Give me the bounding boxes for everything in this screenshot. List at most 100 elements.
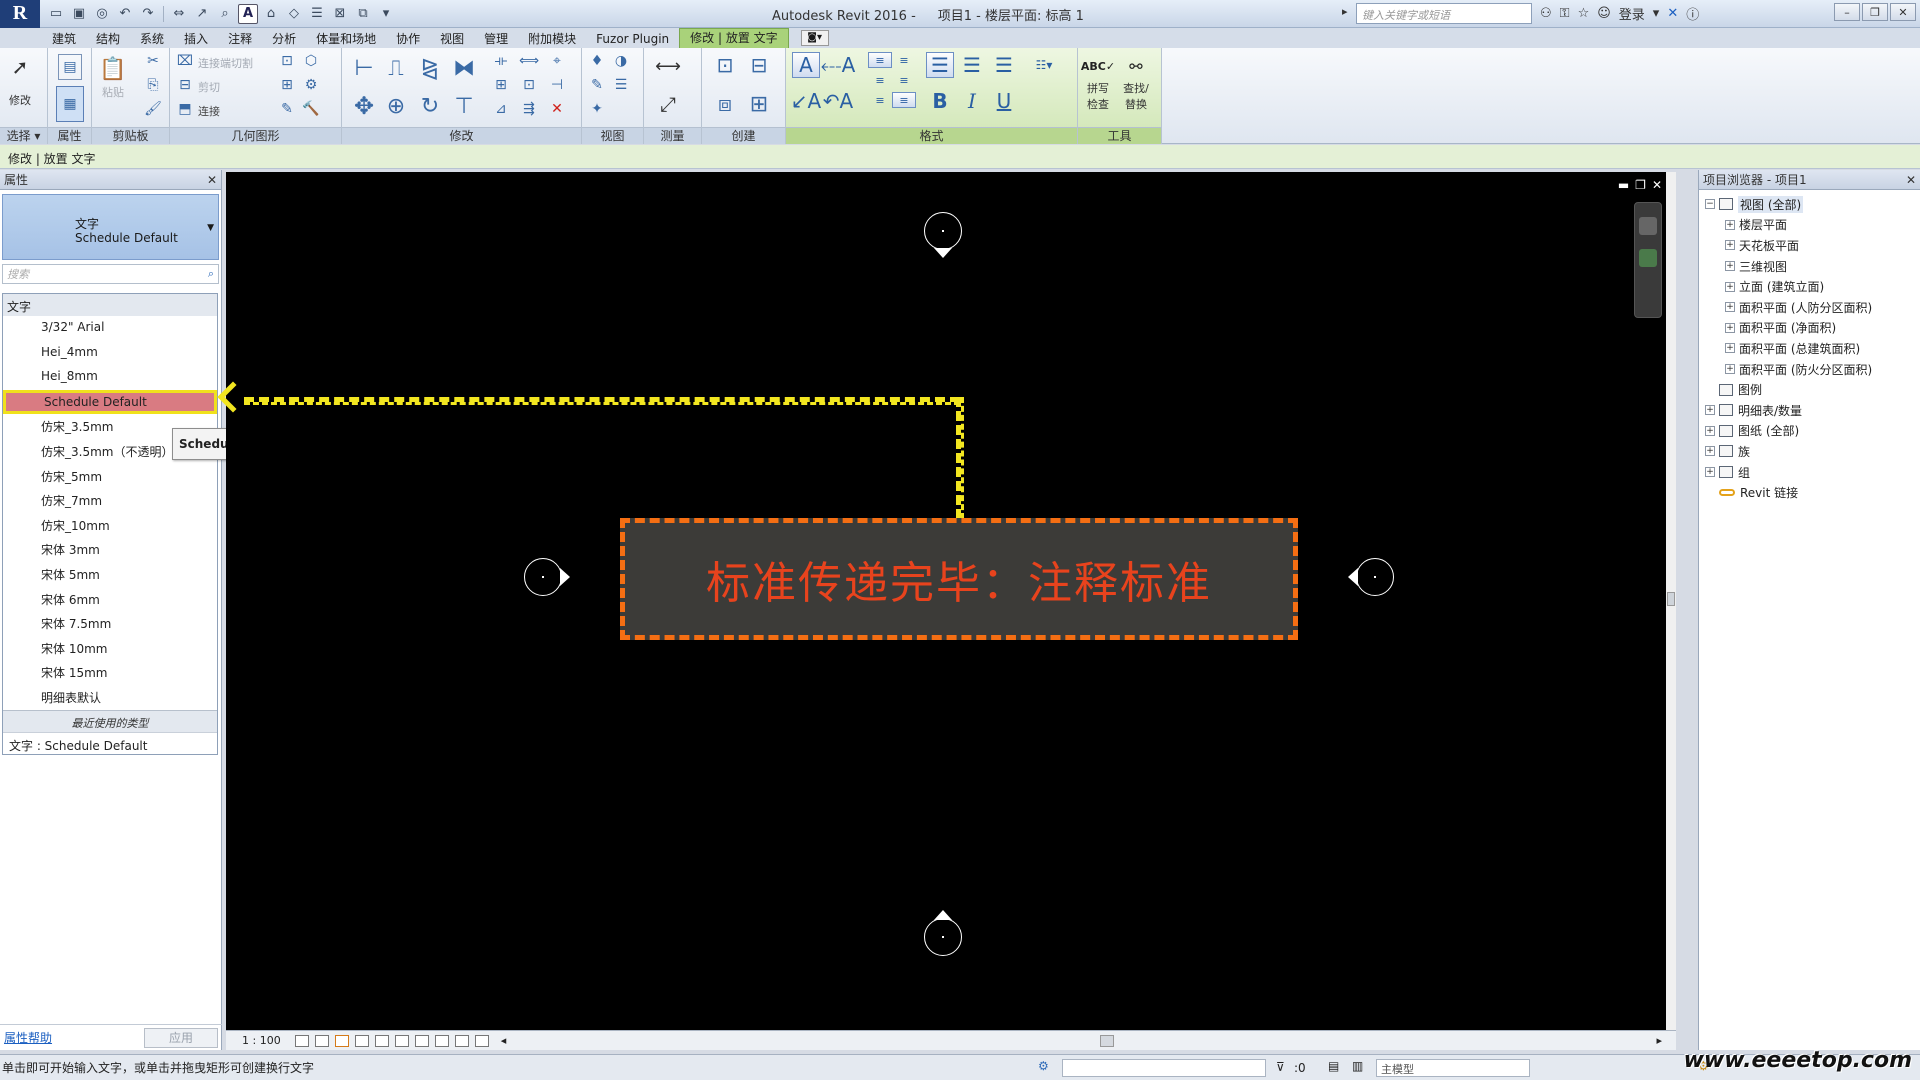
bold-icon[interactable]: B <box>926 88 954 114</box>
delete-icon[interactable]: ✕ <box>548 100 566 118</box>
paste-button[interactable]: 📋 粘贴 <box>99 54 126 100</box>
offset-icon[interactable]: ⎍ <box>382 54 410 82</box>
switch-windows-icon[interactable]: ⧉ <box>353 4 373 24</box>
rotate-icon[interactable]: ↻ <box>416 92 444 120</box>
type-item[interactable]: 宋体 6mm <box>3 587 217 612</box>
3d-view-icon[interactable]: ⌂ <box>261 4 281 24</box>
trim-multiple-icon[interactable]: ⇶ <box>520 100 538 118</box>
unpin-tool-icon[interactable]: ⌖ <box>548 52 566 70</box>
elevation-marker-west[interactable] <box>524 558 562 596</box>
expand-icon[interactable]: + <box>1725 240 1735 251</box>
elevation-marker-east[interactable] <box>1356 558 1394 596</box>
unpin-icon[interactable]: ⊡ <box>520 76 538 94</box>
restore-button[interactable]: ❐ <box>1862 3 1888 21</box>
browser-node[interactable]: + 面积平面 (人防分区面积) <box>1699 297 1920 318</box>
browser-node[interactable]: + 组 <box>1699 462 1920 483</box>
align-left-icon[interactable]: ☰ <box>926 52 954 78</box>
elevation-marker-south[interactable] <box>924 918 962 956</box>
scroll-left-icon[interactable]: ◂ <box>501 1034 507 1047</box>
copy-element-icon[interactable]: ⊕ <box>382 92 410 120</box>
aligned-dimension-icon[interactable]: ↗ <box>192 4 212 24</box>
minimize-view-icon[interactable]: ▬ <box>1618 178 1629 192</box>
cut-icon[interactable]: ✂ <box>144 52 162 70</box>
leader-two-segment-icon[interactable]: ↙A <box>791 88 821 114</box>
italic-icon[interactable]: I <box>958 88 986 114</box>
undo-icon[interactable]: ↶ <box>115 4 135 24</box>
open-icon[interactable]: ▭ <box>46 4 66 24</box>
modify-button[interactable]: ➚ 修改 <box>8 54 32 108</box>
browser-node[interactable]: 图例 <box>1699 379 1920 400</box>
mirror-axis-icon[interactable]: ⧎ <box>416 54 444 82</box>
expand-icon[interactable]: + <box>1725 281 1735 292</box>
scroll-thumb[interactable] <box>1667 592 1675 606</box>
tab-8[interactable]: 视图 <box>430 30 474 48</box>
create-parts-icon[interactable]: ⧈ <box>712 90 738 118</box>
type-search-input[interactable]: 搜索 ⌕ <box>2 264 219 284</box>
browser-node[interactable]: + 明细表/数量 <box>1699 400 1920 421</box>
type-item-selected[interactable]: Schedule Default <box>3 389 217 415</box>
leader-arc-icon[interactable]: ↶A <box>823 88 853 114</box>
browser-node[interactable]: + 面积平面 (防火分区面积) <box>1699 359 1920 380</box>
find-replace-button[interactable]: ⚯ 查找/ 替换 <box>1122 52 1150 112</box>
cope-icon[interactable]: ⌧ <box>176 52 194 70</box>
highlight-displacement-icon[interactable] <box>474 1034 489 1047</box>
close-button[interactable]: ✕ <box>1890 3 1916 21</box>
tag-icon[interactable]: ⌕ <box>215 4 235 24</box>
thin-lines-icon[interactable]: ☰ <box>307 4 327 24</box>
elevation-marker-north[interactable] <box>924 212 962 250</box>
ribbon-minimize-icon[interactable]: ◙▾ <box>800 30 829 46</box>
view-scale[interactable]: 1 : 100 <box>242 1034 281 1047</box>
copy-icon[interactable]: ⎘ <box>144 76 162 94</box>
tab-4[interactable]: 注释 <box>218 30 262 48</box>
spell-check-button[interactable]: ABC✓ 拼写 检查 <box>1081 52 1115 112</box>
pick-icon[interactable]: ✎ <box>278 100 296 118</box>
expand-icon[interactable]: + <box>1725 343 1735 354</box>
hide-element-icon[interactable]: ☰ <box>612 76 630 94</box>
design-options-icon[interactable]: ▤ <box>1328 1059 1339 1073</box>
properties-help-link[interactable]: 属性帮助 <box>4 1029 52 1046</box>
type-item[interactable]: Hei_8mm <box>3 365 217 390</box>
create-assembly-icon[interactable]: ⊟ <box>746 52 772 78</box>
hide-icon[interactable]: ◑ <box>612 52 630 70</box>
paragraph-format-icon[interactable]: ☷▾ <box>1030 52 1058 78</box>
move-icon[interactable]: ✥ <box>350 92 378 120</box>
cut-geometry-icon[interactable]: ⊟ <box>176 76 194 94</box>
dimension-icon[interactable]: ⤢ <box>652 90 684 118</box>
tab-3[interactable]: 插入 <box>174 30 218 48</box>
properties-icon[interactable]: ▦ <box>56 86 84 122</box>
select-dropdown[interactable]: 选择 ▾ <box>0 127 47 144</box>
exchange-icon[interactable]: ✕ <box>1667 6 1678 21</box>
leader-none-icon[interactable]: A <box>792 52 820 78</box>
tab-7[interactable]: 协作 <box>386 30 430 48</box>
temp-hide-icon[interactable] <box>414 1034 429 1047</box>
text-icon[interactable]: A <box>238 3 258 24</box>
create-similar-icon[interactable]: ⊞ <box>746 90 772 118</box>
demolish-icon[interactable]: ⚙ <box>302 76 320 94</box>
leader-left-bottom-icon[interactable]: ≡ <box>868 92 892 108</box>
close-hidden-icon[interactable]: ⊠ <box>330 4 350 24</box>
expand-icon[interactable]: + <box>1705 467 1715 478</box>
help-icon[interactable]: ⓘ <box>1686 4 1699 23</box>
tab-12[interactable]: 修改 | 放置 文字 <box>679 28 789 48</box>
worksets-icon[interactable]: ⚙ <box>1038 1059 1049 1073</box>
workset-combo[interactable] <box>1062 1059 1266 1077</box>
minimize-button[interactable]: – <box>1834 3 1860 21</box>
save-icon[interactable]: ▣ <box>69 4 89 24</box>
tab-11[interactable]: Fuzor Plugin <box>586 30 679 48</box>
browser-node[interactable]: Revit 链接 <box>1699 482 1920 503</box>
vertical-scrollbar[interactable] <box>1666 172 1676 1032</box>
redo-icon[interactable]: ↷ <box>138 4 158 24</box>
expand-icon[interactable]: + <box>1725 302 1735 313</box>
leader-left-middle-icon[interactable]: ≡ <box>868 72 892 88</box>
favorites-icon[interactable]: ☆ <box>1578 6 1590 21</box>
browser-node[interactable]: + 立面 (建筑立面) <box>1699 276 1920 297</box>
crop-view-icon[interactable] <box>374 1034 389 1047</box>
pin-icon[interactable]: ⊣ <box>548 76 566 94</box>
match-type-icon[interactable]: 🖌 <box>144 100 162 118</box>
split-icon[interactable]: ⟛ <box>492 52 510 70</box>
expand-icon[interactable]: + <box>1725 261 1735 272</box>
type-item[interactable]: 3/32" Arial <box>3 316 217 341</box>
trim-extend-icon[interactable]: ⊤ <box>450 92 478 120</box>
scale-icon[interactable]: ⊿ <box>492 100 510 118</box>
leader-right-middle-icon[interactable]: ≡ <box>892 72 916 88</box>
